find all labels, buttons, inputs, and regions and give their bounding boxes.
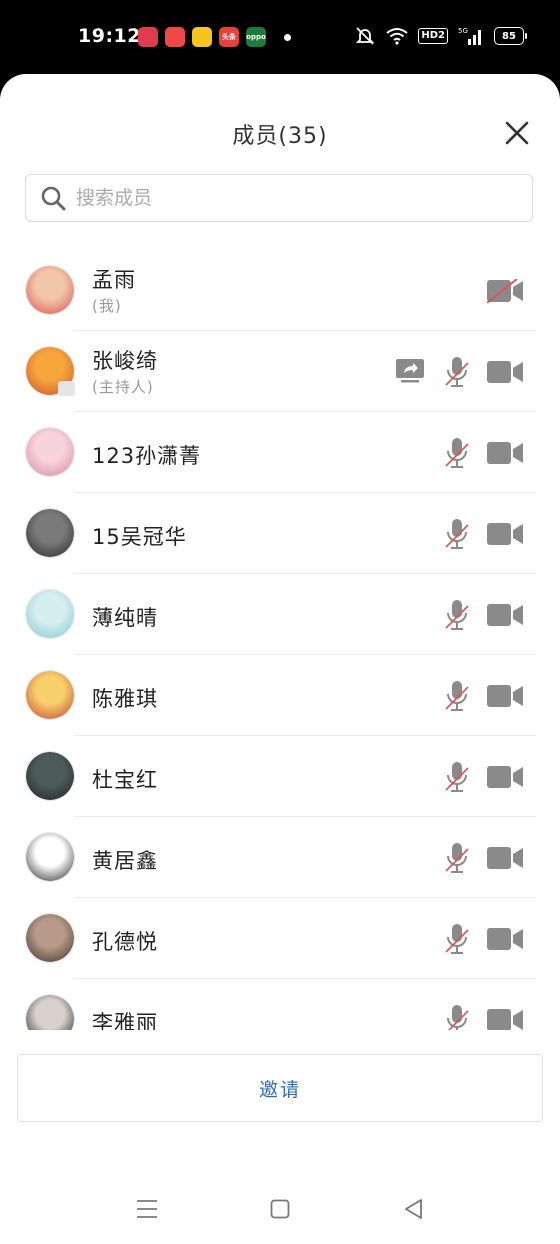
members-panel: 成员(35) 孟雨 (我) 张峻绮 (主持人) 123孙潇菁 15吴冠华薄纯晴陈雅琪杜宝红…: [0, 74, 560, 1244]
mic-muted-icon[interactable]: [444, 436, 470, 474]
member-name: 张峻绮: [92, 349, 158, 373]
wifi-icon: [386, 28, 408, 45]
mic-muted-icon[interactable]: [444, 517, 470, 555]
camera-icon[interactable]: [486, 360, 524, 388]
camera-icon[interactable]: [486, 603, 524, 631]
signal-icon: 5G: [458, 27, 481, 45]
avatar: [25, 265, 75, 315]
battery-indicator: 85: [494, 27, 527, 45]
svg-text:5G: 5G: [458, 27, 468, 35]
member-row[interactable]: 李雅丽: [0, 979, 560, 1030]
member-name: 15吴冠华: [92, 525, 187, 549]
member-role: (主持人): [92, 378, 154, 396]
avatar: [25, 670, 75, 720]
invite-button[interactable]: 邀请: [17, 1054, 543, 1122]
member-row[interactable]: 黄居鑫: [0, 817, 560, 898]
member-row[interactable]: 杜宝红: [0, 736, 560, 817]
status-bar: 19:12 头条 oppo HD2 5G 85: [0, 0, 560, 78]
screen-share-icon[interactable]: [395, 358, 425, 388]
member-role: (我): [92, 297, 122, 315]
avatar: [25, 589, 75, 639]
hd-indicator: HD2: [418, 28, 448, 44]
mic-muted-icon[interactable]: [444, 598, 470, 636]
search-input[interactable]: [74, 186, 478, 210]
member-row[interactable]: 薄纯晴: [0, 574, 560, 655]
avatar: [25, 913, 75, 963]
weibo-icon: [192, 27, 212, 47]
mic-muted-icon[interactable]: [444, 1003, 470, 1030]
toutiao-icon: 头条: [219, 27, 239, 47]
camera-icon[interactable]: [486, 522, 524, 550]
camera-icon[interactable]: [486, 927, 524, 955]
member-row[interactable]: 孔德悦: [0, 898, 560, 979]
close-icon[interactable]: [504, 120, 530, 146]
system-nav-bar: [0, 1192, 560, 1232]
mic-muted-icon[interactable]: [444, 841, 470, 879]
member-name: 李雅丽: [92, 1011, 158, 1030]
member-name: 薄纯晴: [92, 606, 158, 630]
avatar: [25, 427, 75, 477]
search-bar[interactable]: [25, 174, 533, 222]
back-icon[interactable]: [403, 1198, 423, 1220]
mic-muted-icon[interactable]: [444, 760, 470, 798]
bell-muted-icon: [356, 27, 375, 45]
member-row[interactable]: 123孙潇菁: [0, 412, 560, 493]
avatar: [25, 751, 75, 801]
camera-icon[interactable]: [486, 684, 524, 712]
oppo-icon: oppo: [246, 27, 266, 47]
member-name: 孟雨: [92, 268, 136, 292]
page-title: 成员(35): [232, 124, 328, 149]
member-row[interactable]: 15吴冠华: [0, 493, 560, 574]
camera-icon[interactable]: [486, 765, 524, 793]
camera-off-icon[interactable]: [486, 278, 524, 307]
home-icon[interactable]: [270, 1199, 290, 1219]
avatar: [25, 508, 75, 558]
member-name: 杜宝红: [92, 768, 158, 792]
member-list: 孟雨 (我) 张峻绮 (主持人) 123孙潇菁 15吴冠华薄纯晴陈雅琪杜宝红黄居鑫孔德悦李…: [0, 250, 560, 1030]
camera-icon[interactable]: [486, 441, 524, 469]
avatar: [25, 832, 75, 882]
member-row[interactable]: 陈雅琪: [0, 655, 560, 736]
member-name: 陈雅琪: [92, 687, 158, 711]
member-name: 孔德悦: [92, 930, 158, 954]
notification-app-icons: 头条 oppo: [138, 27, 266, 47]
mic-muted-icon[interactable]: [444, 679, 470, 717]
member-name: 123孙潇菁: [92, 444, 202, 468]
notification-dot: [284, 34, 291, 41]
status-indicators: HD2 5G 85: [354, 26, 527, 46]
avatar: [25, 994, 75, 1030]
member-row[interactable]: 张峻绮 (主持人): [0, 331, 560, 412]
search-icon: [41, 186, 66, 211]
member-row[interactable]: 孟雨 (我): [0, 250, 560, 331]
camera-icon[interactable]: [486, 846, 524, 874]
mic-muted-icon[interactable]: [444, 355, 470, 393]
member-name: 黄居鑫: [92, 849, 158, 873]
status-time: 19:12: [78, 25, 141, 47]
host-badge-icon: [58, 381, 75, 396]
play-app-icon: [165, 27, 185, 47]
menu-icon[interactable]: [136, 1198, 158, 1220]
mic-muted-icon[interactable]: [444, 922, 470, 960]
heart-app-icon: [138, 27, 158, 47]
camera-icon[interactable]: [486, 1008, 524, 1030]
